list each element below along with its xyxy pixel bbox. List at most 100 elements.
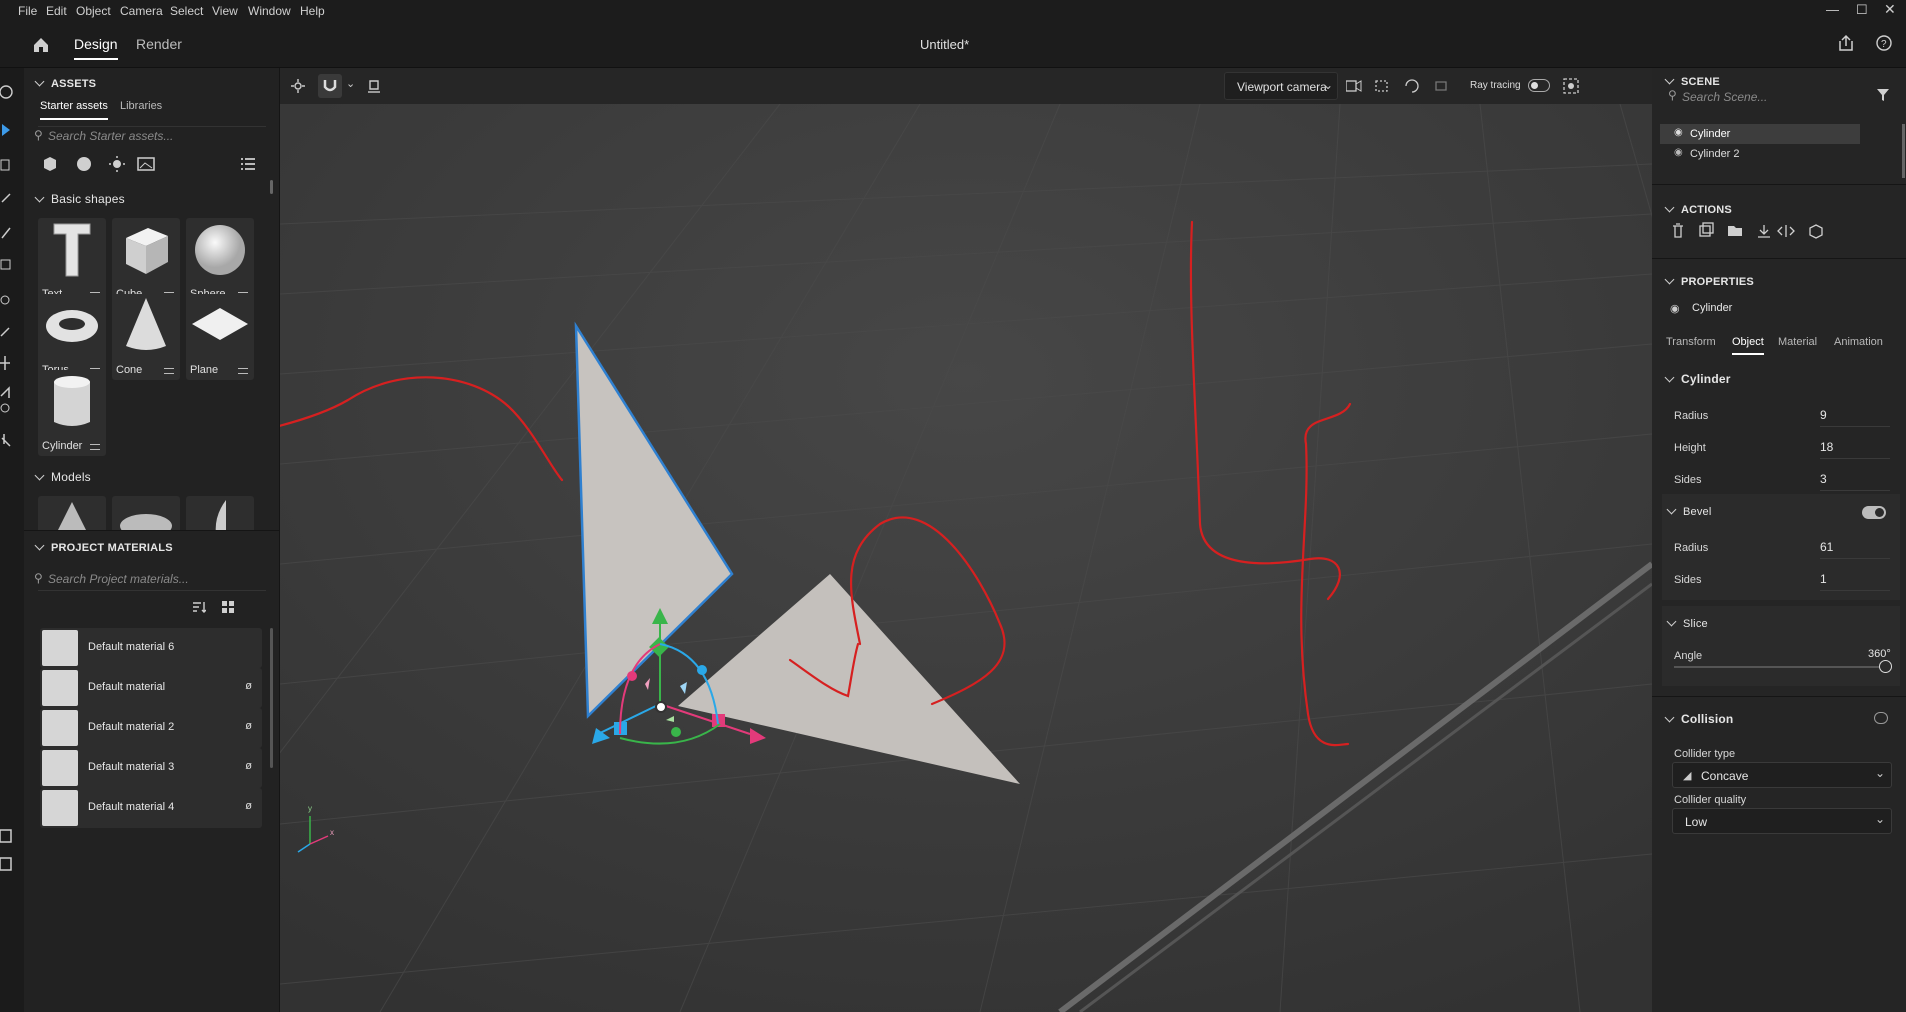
materials-scrollbar[interactable]	[270, 628, 273, 768]
unlink-icon[interactable]: ø	[245, 680, 252, 692]
scene-header[interactable]: SCENE	[1664, 74, 1720, 88]
properties-header[interactable]: PROPERTIES	[1664, 274, 1754, 288]
panel-toggle-icons[interactable]	[0, 758, 24, 878]
render-settings-icon[interactable]	[1562, 77, 1580, 95]
camera-tool-icons[interactable]	[1346, 78, 1462, 94]
collider-type-select[interactable]: ◢ Concave ⌄	[1672, 762, 1892, 788]
project-materials-header[interactable]: PROJECT MATERIALS	[34, 540, 173, 554]
viewport-camera-select[interactable]: Viewport camera ⌄	[1224, 72, 1338, 100]
tab-render[interactable]: Render	[136, 36, 182, 52]
tab-design[interactable]: Design	[74, 36, 118, 60]
scene-item-cylinder[interactable]: ◉ Cylinder	[1660, 124, 1860, 144]
collision-toggle[interactable]	[1874, 712, 1888, 724]
help-icon[interactable]: ?	[1876, 35, 1892, 51]
cylinder-sides-field[interactable]: 3	[1820, 472, 1890, 491]
shape-text[interactable]: Text	[38, 218, 106, 304]
tab-transform[interactable]: Transform	[1666, 336, 1716, 348]
ray-tracing-label: Ray tracing	[1470, 80, 1521, 91]
action-icons[interactable]	[1670, 222, 1846, 240]
cylinder-radius-field[interactable]: 9	[1820, 408, 1890, 427]
shape-plane[interactable]: Plane	[186, 294, 254, 380]
tab-material[interactable]: Material	[1778, 336, 1817, 348]
model-thumb[interactable]	[112, 496, 180, 530]
unlink-icon[interactable]: ø	[245, 720, 252, 732]
slice-header[interactable]: Slice	[1666, 616, 1708, 630]
menu-file[interactable]: File	[18, 4, 37, 18]
list-view-icon[interactable]	[240, 156, 256, 172]
assets-search-input[interactable]: Search Starter assets...	[48, 129, 173, 143]
place-on-ground-icon[interactable]	[366, 78, 382, 94]
slice-slider-thumb[interactable]	[1879, 660, 1892, 673]
bevel-toggle[interactable]	[1862, 506, 1886, 519]
shape-options-icon[interactable]	[238, 368, 248, 374]
shape-sphere[interactable]: Sphere	[186, 218, 254, 304]
assets-header[interactable]: ASSETS	[34, 76, 96, 90]
tool-icons[interactable]	[0, 78, 24, 418]
cylinder-section-header[interactable]: Cylinder	[1664, 372, 1731, 386]
shape-options-icon[interactable]	[90, 444, 100, 450]
minimize-icon[interactable]: —	[1826, 2, 1839, 17]
model-thumb[interactable]	[186, 496, 254, 530]
material-row[interactable]: Default material 3ø	[40, 748, 262, 788]
viewport-scene[interactable]	[280, 104, 1652, 1012]
torus-shape-icon	[46, 310, 98, 342]
menu-window[interactable]: Window	[248, 4, 291, 18]
shape-cone[interactable]: Cone	[112, 294, 180, 380]
sort-icon[interactable]	[192, 600, 206, 614]
menu-select[interactable]: Select	[170, 4, 203, 18]
share-icon[interactable]	[1838, 34, 1854, 52]
shape-options-icon[interactable]	[164, 368, 174, 374]
cube-shape-icon	[126, 228, 168, 274]
filter-icon[interactable]	[1876, 88, 1890, 102]
tab-starter-assets[interactable]: Starter assets	[40, 100, 108, 120]
snap-button[interactable]	[318, 74, 342, 98]
collider-quality-select[interactable]: Low ⌄	[1672, 808, 1892, 834]
scene-item-cylinder-2[interactable]: ◉ Cylinder 2	[1660, 144, 1860, 164]
shape-cube[interactable]: Cube	[112, 218, 180, 304]
assets-scrollbar[interactable]	[270, 180, 273, 194]
search-icon: ⚲	[34, 128, 43, 142]
menu-edit[interactable]: Edit	[46, 4, 67, 18]
bevel-sides-field[interactable]: 1	[1820, 572, 1890, 591]
home-icon[interactable]	[32, 36, 50, 54]
bevel-radius-field[interactable]: 61	[1820, 540, 1890, 559]
tool-icons-lower[interactable]	[0, 398, 24, 518]
grid-view-icon[interactable]	[222, 601, 234, 613]
chevron-down-icon[interactable]: ⌄	[346, 77, 355, 90]
menu-view[interactable]: View	[212, 4, 238, 18]
tab-animation[interactable]: Animation	[1834, 336, 1883, 348]
models-header[interactable]: Models	[34, 470, 91, 484]
basic-shapes-header[interactable]: Basic shapes	[34, 192, 125, 206]
menu-help[interactable]: Help	[300, 4, 325, 18]
material-row[interactable]: Default material 2ø	[40, 708, 262, 748]
tab-object[interactable]: Object	[1732, 336, 1764, 355]
scene-scrollbar[interactable]	[1902, 124, 1905, 178]
collision-header[interactable]: Collision	[1664, 712, 1733, 726]
unlink-icon[interactable]: ø	[245, 760, 252, 772]
shape-cylinder[interactable]: Cylinder	[38, 370, 106, 456]
tab-libraries[interactable]: Libraries	[120, 100, 162, 112]
model-thumb[interactable]	[38, 496, 106, 530]
material-row[interactable]: Default material ø	[40, 668, 262, 708]
material-swatch	[42, 710, 78, 746]
asset-filter-icons[interactable]	[40, 156, 230, 174]
menu-camera[interactable]: Camera	[120, 4, 163, 18]
model-icon	[120, 514, 172, 530]
close-icon[interactable]: ✕	[1884, 1, 1896, 18]
transform-mode-icon[interactable]	[290, 78, 306, 94]
viewport[interactable]: y x ⌄ Viewport camera ⌄ Ray tracing	[280, 68, 1652, 1012]
actions-header[interactable]: ACTIONS	[1664, 202, 1732, 216]
slice-angle-slider[interactable]	[1674, 666, 1886, 668]
unlink-icon[interactable]: ø	[245, 800, 252, 812]
chevron-down-icon: ⌄	[1323, 78, 1334, 92]
cylinder-height-field[interactable]: 18	[1820, 440, 1890, 459]
ray-tracing-toggle[interactable]	[1528, 79, 1550, 92]
shape-torus[interactable]: Torus	[38, 294, 106, 380]
menu-object[interactable]: Object	[76, 4, 111, 18]
materials-search-input[interactable]: Search Project materials...	[48, 572, 189, 586]
material-row[interactable]: Default material 4ø	[40, 788, 262, 828]
maximize-icon[interactable]: ☐	[1856, 2, 1868, 18]
scene-search-input[interactable]: Search Scene...	[1682, 90, 1767, 104]
material-row[interactable]: Default material 6	[40, 628, 262, 668]
bevel-header[interactable]: Bevel	[1666, 504, 1712, 518]
